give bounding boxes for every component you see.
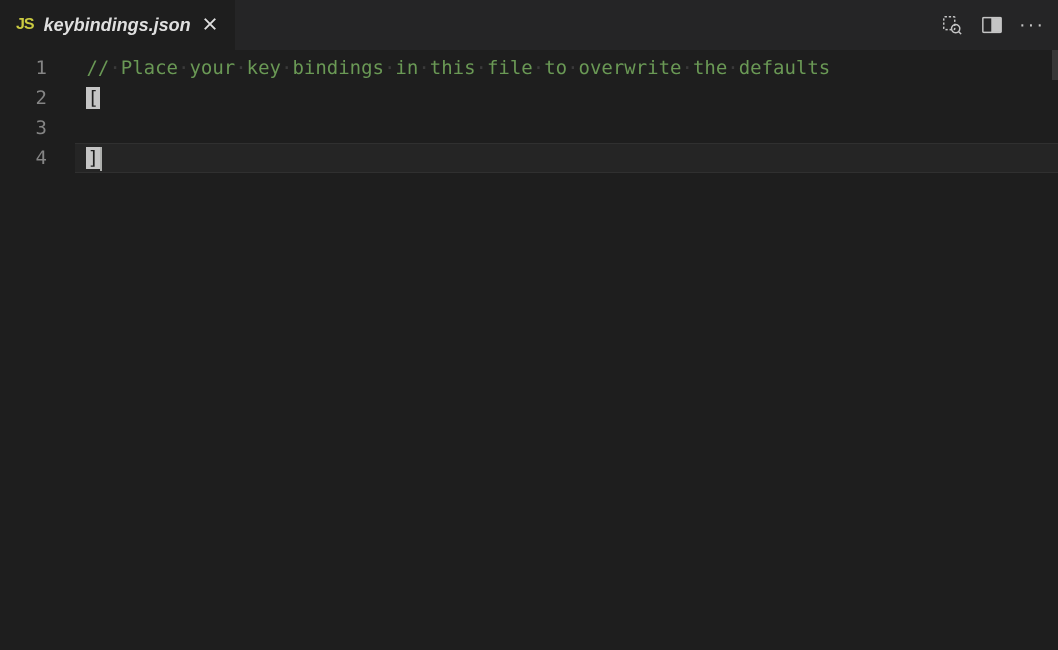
line-number: 3 (0, 113, 47, 143)
minimap-scroll-indicator[interactable] (1052, 50, 1058, 80)
active-line-highlight (75, 143, 1058, 173)
code-line-2[interactable]: [ (75, 83, 1058, 113)
code-line-4[interactable]: ] (75, 143, 1058, 173)
show-changes-icon[interactable] (940, 13, 964, 37)
code-content[interactable]: //·Place·your·key·bindings·in·this·file·… (75, 50, 1058, 650)
text-cursor (100, 147, 102, 171)
code-line-1[interactable]: //·Place·your·key·bindings·in·this·file·… (75, 53, 1058, 83)
tab-keybindings[interactable]: JS keybindings.json (0, 0, 235, 50)
line-number-gutter: 1 2 3 4 (0, 50, 75, 650)
line-number: 2 (0, 83, 47, 113)
line-number: 4 (0, 143, 47, 173)
tab-filename: keybindings.json (44, 15, 191, 36)
editor-actions: ··· (940, 0, 1058, 50)
close-tab-icon[interactable] (201, 14, 219, 36)
split-editor-icon[interactable] (980, 13, 1004, 37)
code-line-3[interactable] (75, 113, 1058, 143)
line-number: 1 (0, 53, 47, 83)
code-editor[interactable]: 1 2 3 4 //·Place·your·key·bindings·in·th… (0, 50, 1058, 650)
tab-group: JS keybindings.json (0, 0, 235, 50)
js-file-icon: JS (16, 16, 34, 34)
tab-bar: JS keybindings.json ··· (0, 0, 1058, 50)
more-actions-icon[interactable]: ··· (1020, 13, 1044, 37)
